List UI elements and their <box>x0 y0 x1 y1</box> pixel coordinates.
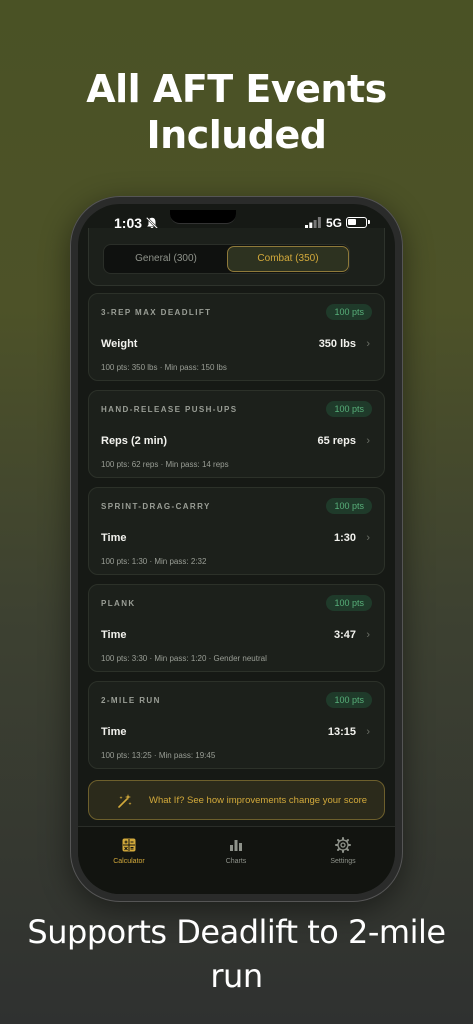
tab-calculator[interactable]: Calculator <box>89 837 169 865</box>
tab-label: Charts <box>225 858 247 865</box>
standard-segmented-control: General (300) Combat (350) <box>103 244 350 274</box>
event-meta: 100 pts: 13:25 · Min pass: 19:45 <box>101 751 216 760</box>
event-name: PLANK <box>101 599 136 608</box>
event-name: HAND-RELEASE PUSH-UPS <box>101 405 238 414</box>
metric-label: Time <box>101 629 127 641</box>
metric-label: Weight <box>101 338 138 350</box>
tab-bar: Calculator Charts Settings <box>78 826 395 894</box>
tab-label: Calculator <box>113 858 145 865</box>
promo-caption: Supports Deadlift to 2-mile run <box>27 913 446 995</box>
event-meta: 100 pts: 350 lbs · Min pass: 150 lbs <box>101 363 227 372</box>
sparkle-wand-icon <box>118 794 132 808</box>
event-name: SPRINT-DRAG-CARRY <box>101 502 211 511</box>
bar-chart-icon <box>230 840 242 851</box>
event-card-sprint-drag-carry[interactable]: SPRINT-DRAG-CARRY 100 pts Time 1:30 › 10… <box>88 487 385 575</box>
metric-value[interactable]: 13:15 <box>328 726 356 738</box>
dynamic-island <box>170 210 236 224</box>
event-card-deadlift[interactable]: 3-REP MAX DEADLIFT 100 pts Weight 350 lb… <box>88 293 385 381</box>
tab-label: Settings <box>330 858 356 865</box>
points-badge: 100 pts <box>326 692 372 708</box>
battery-icon <box>346 217 370 228</box>
points-badge: 100 pts <box>326 498 372 514</box>
points-badge: 100 pts <box>326 304 372 320</box>
gear-icon <box>335 837 351 853</box>
metric-value[interactable]: 3:47 <box>334 629 356 641</box>
points-badge: 100 pts <box>326 595 372 611</box>
event-name: 2-MILE RUN <box>101 696 161 705</box>
metric-value[interactable]: 65 reps <box>317 435 356 447</box>
event-name: 3-REP MAX DEADLIFT <box>101 308 212 317</box>
chevron-right-icon: › <box>366 629 370 641</box>
metric-label: Reps (2 min) <box>101 435 168 447</box>
tab-charts[interactable]: Charts <box>196 837 276 865</box>
event-meta: 100 pts: 1:30 · Min pass: 2:32 <box>101 557 207 566</box>
metric-value[interactable]: 1:30 <box>334 532 356 544</box>
chevron-right-icon: › <box>366 338 370 350</box>
phone-screen: 1:03 5G General (300) Combat (350) 3-REP… <box>78 204 395 894</box>
event-meta: 100 pts: 62 reps · Min pass: 14 reps <box>101 460 229 469</box>
metric-label: Time <box>101 532 127 544</box>
tab-settings[interactable]: Settings <box>303 837 383 865</box>
metric-label: Time <box>101 726 127 738</box>
event-card-pushups[interactable]: HAND-RELEASE PUSH-UPS 100 pts Reps (2 mi… <box>88 390 385 478</box>
event-card-plank[interactable]: PLANK 100 pts Time 3:47 › 100 pts: 3:30 … <box>88 584 385 672</box>
segment-combat[interactable]: Combat (350) <box>227 246 349 272</box>
calculator-icon <box>122 838 136 852</box>
event-card-two-mile-run[interactable]: 2-MILE RUN 100 pts Time 13:15 › 100 pts:… <box>88 681 385 769</box>
promo-headline: All AFT Events Included <box>86 67 387 157</box>
what-if-label: What If? See how improvements change you… <box>149 795 368 806</box>
chevron-right-icon: › <box>366 726 370 738</box>
chevron-right-icon: › <box>366 532 370 544</box>
points-badge: 100 pts <box>326 401 372 417</box>
metric-value[interactable]: 350 lbs <box>319 338 356 350</box>
what-if-button[interactable]: What If? See how improvements change you… <box>88 780 385 820</box>
chevron-right-icon: › <box>366 435 370 447</box>
event-meta: 100 pts: 3:30 · Min pass: 1:20 · Gender … <box>101 654 267 663</box>
segment-general[interactable]: General (300) <box>105 246 227 272</box>
